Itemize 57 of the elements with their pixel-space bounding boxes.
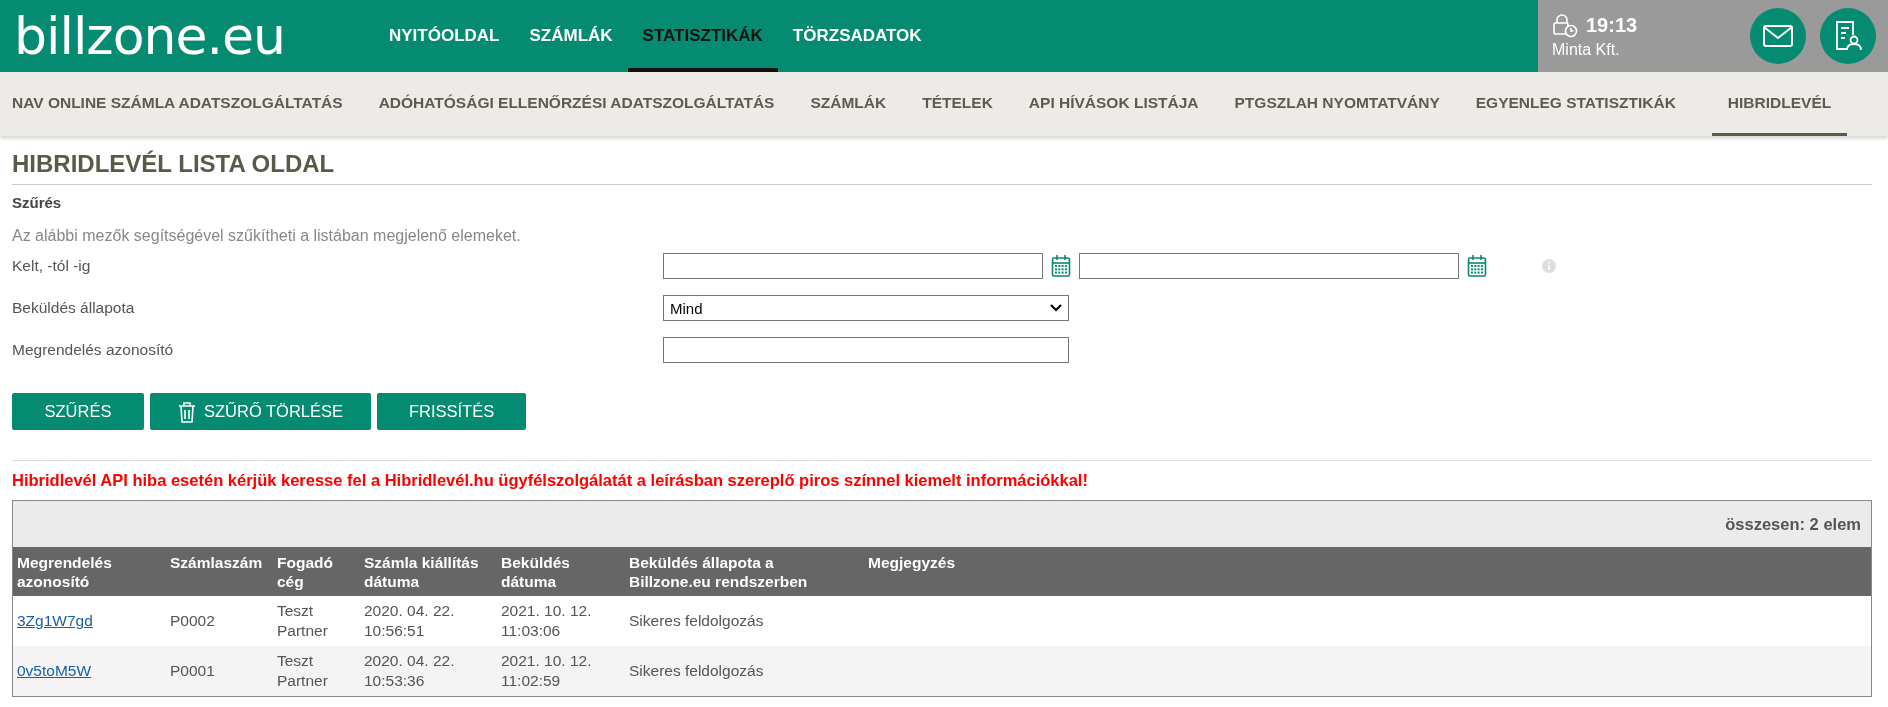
filter-title: Szűrés <box>12 194 63 211</box>
subnav-tab[interactable]: ADÓHATÓSÁGI ELLENŐRZÉSI ADATSZOLGÁLTATÁS <box>378 72 793 136</box>
subnav-tab[interactable]: TÉTELEK <box>922 72 1011 136</box>
subnav-tab[interactable]: PTGSZLAH NYOMTATVÁNY <box>1234 72 1458 136</box>
lock-clock-icon <box>1552 13 1578 38</box>
profile-button[interactable] <box>1820 8 1876 64</box>
page-title: HIBRIDLEVÉL LISTA OLDAL <box>12 146 1872 185</box>
table-cell: P0001 <box>166 646 273 696</box>
date-to-field[interactable] <box>1079 253 1459 279</box>
total-count: összesen: 2 elem <box>1725 514 1861 534</box>
order-link[interactable]: 0v5toM5W <box>17 661 92 681</box>
table-cell: 2020. 04. 22. 10:53:36 <box>360 646 497 696</box>
column-header: Számla kiállítás dátuma <box>360 547 497 596</box>
error-notice: Hibridlevél API hiba esetén kérjük keresse fel a Hibridlevél.hu ügyfélszolgálatát a leírásban szereplő piros színnel kiemelt információkkal! <box>12 471 1089 490</box>
table-cell: Sikeres feldolgozás <box>625 646 864 696</box>
trash-icon <box>178 400 196 423</box>
nav-tab[interactable]: NYITÓOLDAL <box>374 4 515 72</box>
session-time: 19:13 <box>1586 14 1638 37</box>
billzone-logo[interactable]: billzone.eu <box>0 0 374 72</box>
calendar-icon[interactable] <box>1051 254 1071 278</box>
subnav-tab[interactable]: EGYENLEG STATISZTIKÁK <box>1475 72 1694 136</box>
messages-button[interactable] <box>1750 8 1806 64</box>
column-header: Megrendelés azonosító <box>13 547 166 596</box>
subnav-tab[interactable]: API HÍVÁSOK LISTÁJA <box>1028 72 1217 136</box>
column-header: Beküldés dátuma <box>497 547 625 596</box>
document-user-icon <box>1834 20 1862 52</box>
calendar-icon[interactable] <box>1467 254 1487 278</box>
order-id-field[interactable] <box>663 337 1069 363</box>
date-from-field[interactable] <box>663 253 1043 279</box>
nav-tab[interactable]: TÖRZSADATOK <box>777 4 937 72</box>
chevron-down-icon <box>1050 304 1062 312</box>
clear-filter-button[interactable]: SZŰRŐ TÖRLÉSE <box>150 393 372 430</box>
company-name: Minta Kft. <box>1552 40 1621 59</box>
table-cell-text: 2021. 10. 12. 11:03:06 <box>500 601 593 641</box>
subnav-tab[interactable]: SZÁMLÁK <box>810 72 905 136</box>
column-header: Beküldés állapota a Billzone.eu rendszerben <box>625 547 864 596</box>
table-cell-text: Teszt Partner <box>276 601 329 641</box>
subnav-tab[interactable]: HIBRIDLEVÉL <box>1711 72 1848 136</box>
table-cell: Teszt Partner <box>273 646 360 696</box>
table-cell-text: 2020. 04. 22. 10:56:51 <box>363 601 456 641</box>
order-link[interactable]: 3Zg1W7gd <box>17 611 93 631</box>
envelope-icon <box>1763 25 1793 47</box>
column-header: Számlaszám <box>166 547 273 596</box>
table-cell-text: P0002 <box>169 611 216 631</box>
subnav-tab[interactable]: NAV ONLINE SZÁMLA ADATSZOLGÁLTATÁS <box>12 72 361 136</box>
field-label: Kelt, -tól -ig <box>12 257 92 275</box>
table-cell-text: Sikeres feldolgozás <box>628 611 765 631</box>
nav-tab[interactable]: SZÁMLÁK <box>514 4 628 72</box>
filter-button[interactable]: SZŰRÉS <box>12 393 144 430</box>
column-header: Megjegyzés <box>864 547 1871 596</box>
column-header: Fogadó cég <box>273 547 360 596</box>
filter-description: Az alábbi mezők segítségével szűkítheti a listában megjelenő elemeket. <box>12 227 522 245</box>
status-select[interactable]: Mind <box>663 295 1069 321</box>
field-label: Beküldés állapota <box>12 299 136 317</box>
filter-button[interactable]: FRISSÍTÉS <box>377 393 527 430</box>
table-cell: 2021. 10. 12. 11:02:59 <box>497 646 625 696</box>
field-label: Megrendelés azonosító <box>12 341 175 359</box>
